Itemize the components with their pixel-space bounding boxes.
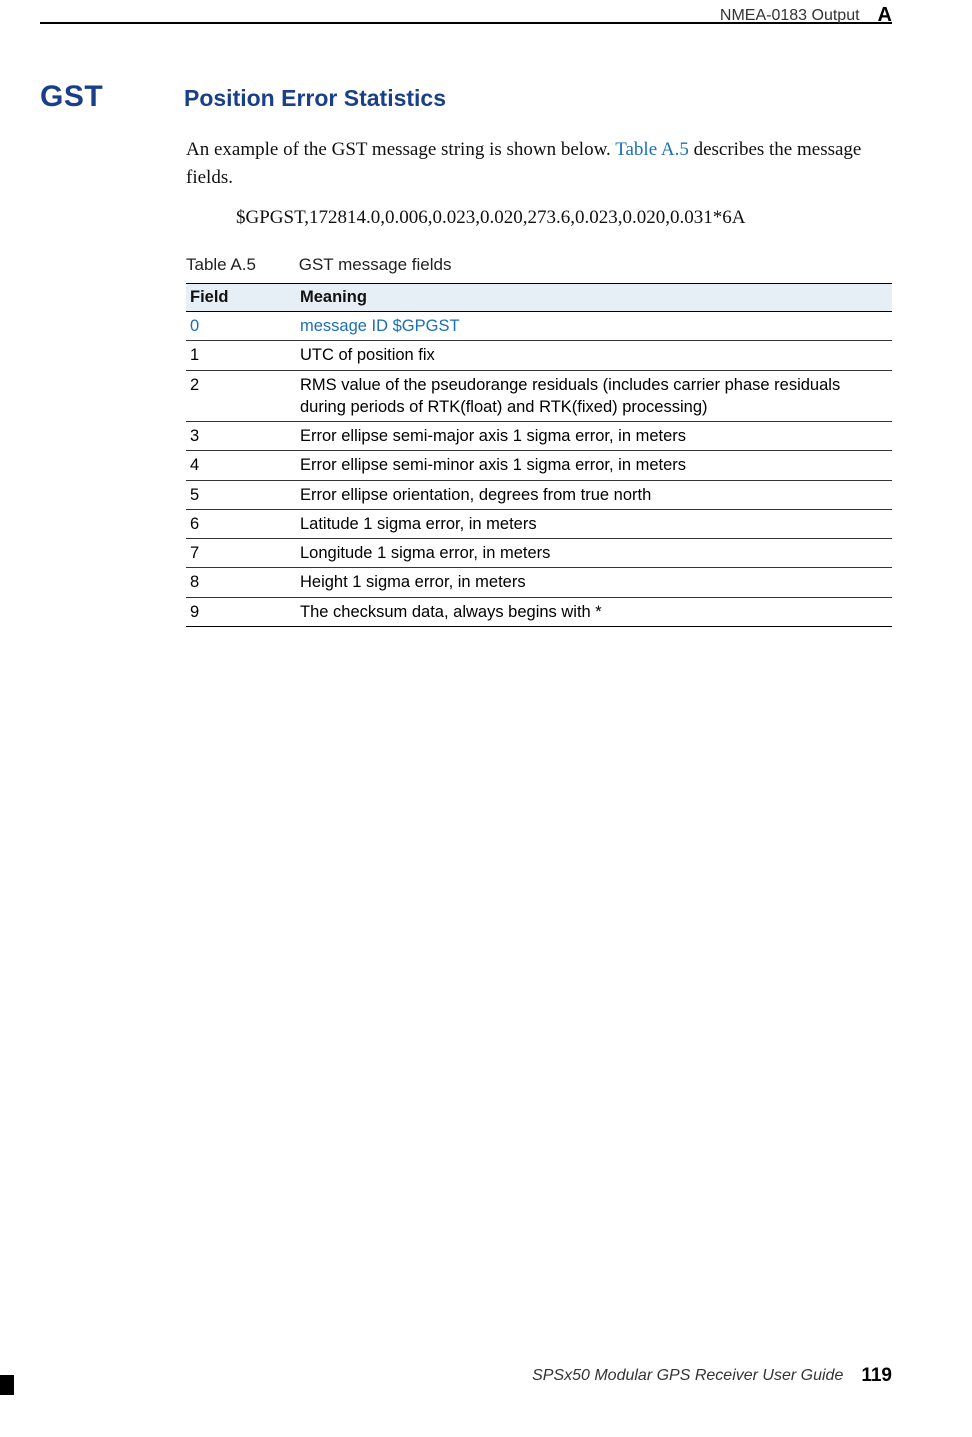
footer: SPSx50 Modular GPS Receiver User Guide 1… bbox=[40, 1365, 892, 1387]
table-header-row: Field Meaning bbox=[186, 284, 892, 312]
fields-table: Field Meaning 0 message ID $GPGST 1 UTC … bbox=[186, 283, 892, 627]
cell-meaning: The checksum data, always begins with * bbox=[296, 597, 892, 626]
section-label: GST bbox=[40, 80, 130, 114]
section-title: Position Error Statistics bbox=[184, 85, 446, 112]
cell-meaning: RMS value of the pseudorange residuals (… bbox=[296, 370, 892, 422]
cell-meaning: Error ellipse orientation, degrees from … bbox=[296, 480, 892, 509]
cell-field: 4 bbox=[186, 451, 296, 480]
page: NMEA-0183 Output A GST Position Error St… bbox=[0, 0, 972, 1437]
cell-field: 7 bbox=[186, 539, 296, 568]
intro-paragraph: An example of the GST message string is … bbox=[186, 136, 892, 191]
table-row: 4 Error ellipse semi-minor axis 1 sigma … bbox=[186, 451, 892, 480]
cell-field: 8 bbox=[186, 568, 296, 597]
cell-meaning: UTC of position fix bbox=[296, 341, 892, 370]
header-section: NMEA-0183 Output bbox=[720, 7, 860, 25]
table-caption: Table A.5 GST message fields bbox=[186, 255, 892, 275]
table-row: 0 message ID $GPGST bbox=[186, 312, 892, 341]
cell-meaning: message ID $GPGST bbox=[296, 312, 892, 341]
table-row: 5 Error ellipse orientation, degrees fro… bbox=[186, 480, 892, 509]
content-area: GST Position Error Statistics An example… bbox=[40, 80, 892, 627]
cell-field: 1 bbox=[186, 341, 296, 370]
cell-meaning: Error ellipse semi-minor axis 1 sigma er… bbox=[296, 451, 892, 480]
table-row: 3 Error ellipse semi-major axis 1 sigma … bbox=[186, 422, 892, 451]
col-meaning-header: Meaning bbox=[296, 284, 892, 312]
cell-meaning: Error ellipse semi-major axis 1 sigma er… bbox=[296, 422, 892, 451]
page-tab-mark bbox=[0, 1375, 14, 1395]
table-caption-number: Table A.5 bbox=[186, 255, 294, 275]
table-row: 7 Longitude 1 sigma error, in meters bbox=[186, 539, 892, 568]
table-reference-link[interactable]: Table A.5 bbox=[615, 139, 689, 160]
table-row: 8 Height 1 sigma error, in meters bbox=[186, 568, 892, 597]
cell-field: 2 bbox=[186, 370, 296, 422]
cell-field: 3 bbox=[186, 422, 296, 451]
header-appendix-letter: A bbox=[878, 4, 892, 27]
cell-field: 6 bbox=[186, 509, 296, 538]
table-caption-title: GST message fields bbox=[299, 255, 452, 274]
cell-field: 5 bbox=[186, 480, 296, 509]
table-row: 2 RMS value of the pseudorange residuals… bbox=[186, 370, 892, 422]
example-string: $GPGST,172814.0,0.006,0.023,0.020,273.6,… bbox=[236, 207, 892, 229]
cell-meaning: Latitude 1 sigma error, in meters bbox=[296, 509, 892, 538]
running-header: NMEA-0183 Output A bbox=[40, 4, 892, 27]
cell-field: 9 bbox=[186, 597, 296, 626]
header-rule: NMEA-0183 Output A bbox=[40, 22, 892, 54]
section-heading: GST Position Error Statistics bbox=[40, 80, 892, 114]
cell-meaning: Longitude 1 sigma error, in meters bbox=[296, 539, 892, 568]
table-row: 1 UTC of position fix bbox=[186, 341, 892, 370]
table-row: 9 The checksum data, always begins with … bbox=[186, 597, 892, 626]
footer-page-number: 119 bbox=[861, 1365, 892, 1387]
intro-pre: An example of the GST message string is … bbox=[186, 139, 615, 160]
col-field-header: Field bbox=[186, 284, 296, 312]
footer-title: SPSx50 Modular GPS Receiver User Guide bbox=[532, 1367, 843, 1385]
table-row: 6 Latitude 1 sigma error, in meters bbox=[186, 509, 892, 538]
cell-field: 0 bbox=[186, 312, 296, 341]
cell-meaning: Height 1 sigma error, in meters bbox=[296, 568, 892, 597]
